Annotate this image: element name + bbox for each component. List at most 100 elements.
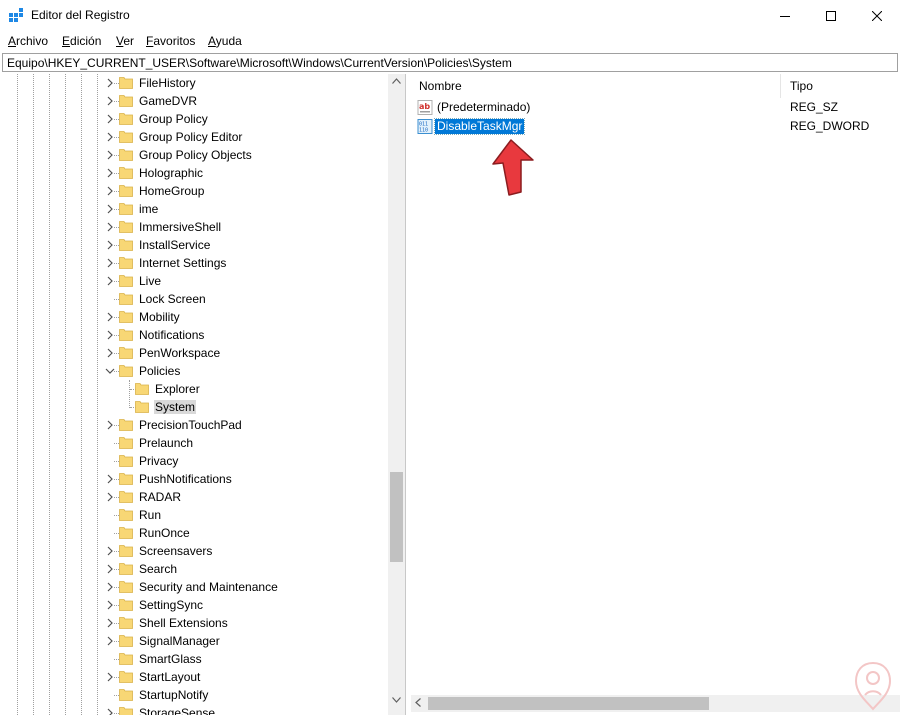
- column-header-tipo[interactable]: Tipo: [782, 74, 900, 98]
- scroll-thumb[interactable]: [428, 697, 709, 710]
- tree-item[interactable]: Holographic: [1, 164, 391, 182]
- chevron-right-icon[interactable]: [105, 615, 115, 631]
- chevron-right-icon[interactable]: [105, 201, 115, 217]
- chevron-right-icon[interactable]: [105, 705, 115, 715]
- tree-item[interactable]: SignalManager: [1, 632, 391, 650]
- tree-item[interactable]: Group Policy: [1, 110, 391, 128]
- tree-item[interactable]: Shell Extensions: [1, 614, 391, 632]
- address-bar[interactable]: Equipo\HKEY_CURRENT_USER\Software\Micros…: [2, 53, 898, 72]
- tree-item[interactable]: FileHistory: [1, 74, 391, 92]
- chevron-right-icon[interactable]: [105, 309, 115, 325]
- chevron-right-icon[interactable]: [105, 75, 115, 91]
- folder-icon: [119, 185, 133, 197]
- value-name: (Predeterminado): [437, 100, 531, 114]
- tree-item[interactable]: Group Policy Objects: [1, 146, 391, 164]
- chevron-right-icon[interactable]: [105, 669, 115, 685]
- menu-bar: Archivo Edición Ver Favoritos Ayuda: [0, 31, 900, 51]
- tree-item[interactable]: Group Policy Editor: [1, 128, 391, 146]
- chevron-right-icon[interactable]: [105, 147, 115, 163]
- tree-item[interactable]: Search: [1, 560, 391, 578]
- minimize-button[interactable]: [762, 0, 808, 31]
- chevron-right-icon[interactable]: [105, 561, 115, 577]
- tree-item[interactable]: StartupNotify: [1, 686, 391, 704]
- tree-item[interactable]: SmartGlass: [1, 650, 391, 668]
- tree-item-label: RunOnce: [139, 526, 190, 540]
- tree-vertical-scrollbar[interactable]: [388, 74, 405, 715]
- tree-item[interactable]: InstallService: [1, 236, 391, 254]
- tree-item[interactable]: Run: [1, 506, 391, 524]
- chevron-right-icon[interactable]: [105, 489, 115, 505]
- menu-ver[interactable]: Ver: [116, 34, 134, 48]
- tree-item[interactable]: Live: [1, 272, 391, 290]
- chevron-right-icon[interactable]: [105, 327, 115, 343]
- minimize-icon: [780, 15, 790, 17]
- scroll-left-icon[interactable]: [415, 698, 421, 707]
- folder-icon: [119, 329, 133, 341]
- menu-edicion[interactable]: Edición: [62, 34, 101, 48]
- tree-item[interactable]: Screensavers: [1, 542, 391, 560]
- tree-item-label: StartLayout: [139, 670, 201, 684]
- chevron-right-icon[interactable]: [105, 183, 115, 199]
- tree-item[interactable]: StartLayout: [1, 668, 391, 686]
- chevron-right-icon[interactable]: [105, 633, 115, 649]
- chevron-right-icon[interactable]: [105, 255, 115, 271]
- tree-item[interactable]: PushNotifications: [1, 470, 391, 488]
- tree-item[interactable]: HomeGroup: [1, 182, 391, 200]
- tree-item[interactable]: ime: [1, 200, 391, 218]
- chevron-right-icon[interactable]: [105, 597, 115, 613]
- title-bar: Editor del Registro: [0, 0, 900, 31]
- tree-item-label: SmartGlass: [139, 652, 202, 666]
- tree-item[interactable]: GameDVR: [1, 92, 391, 110]
- menu-archivo[interactable]: Archivo: [8, 34, 48, 48]
- watermark-logo: [854, 661, 892, 711]
- tree-item[interactable]: Privacy: [1, 452, 391, 470]
- folder-icon: [119, 149, 133, 161]
- chevron-right-icon[interactable]: [105, 111, 115, 127]
- chevron-right-icon[interactable]: [105, 345, 115, 361]
- values-horizontal-scrollbar[interactable]: [411, 695, 900, 712]
- value-row[interactable]: ab (Predeterminado) REG_SZ: [411, 98, 900, 117]
- maximize-button[interactable]: [808, 0, 854, 31]
- tree-item[interactable]: PrecisionTouchPad: [1, 416, 391, 434]
- chevron-right-icon[interactable]: [105, 471, 115, 487]
- chevron-down-icon[interactable]: [105, 363, 115, 379]
- close-button[interactable]: [854, 0, 900, 31]
- tree-item[interactable]: Explorer: [1, 380, 391, 398]
- menu-label: avoritos: [153, 34, 196, 48]
- chevron-right-icon[interactable]: [105, 273, 115, 289]
- chevron-right-icon[interactable]: [105, 417, 115, 433]
- folder-icon: [119, 635, 133, 647]
- tree-item[interactable]: Internet Settings: [1, 254, 391, 272]
- chevron-right-icon[interactable]: [105, 165, 115, 181]
- chevron-right-icon[interactable]: [105, 543, 115, 559]
- tree-item[interactable]: Prelaunch: [1, 434, 391, 452]
- tree-item-label: Search: [139, 562, 178, 576]
- menu-ayuda[interactable]: Ayuda: [208, 34, 242, 48]
- menu-favoritos[interactable]: Favoritos: [146, 34, 195, 48]
- value-row-selected[interactable]: 011 110 DisableTaskMgr REG_DWORD: [411, 117, 900, 136]
- scroll-down-icon[interactable]: [392, 697, 401, 703]
- tree-item[interactable]: PenWorkspace: [1, 344, 391, 362]
- tree-item[interactable]: Policies: [1, 362, 391, 380]
- tree-item[interactable]: SettingSync: [1, 596, 391, 614]
- chevron-right-icon[interactable]: [105, 129, 115, 145]
- svg-text:110: 110: [419, 128, 428, 134]
- tree-item[interactable]: Notifications: [1, 326, 391, 344]
- tree-item[interactable]: StorageSense: [1, 704, 391, 715]
- tree-item[interactable]: Lock Screen: [1, 290, 391, 308]
- chevron-right-icon[interactable]: [105, 93, 115, 109]
- tree-item-label: Notifications: [139, 328, 205, 342]
- tree-item[interactable]: RunOnce: [1, 524, 391, 542]
- column-header-nombre[interactable]: Nombre: [411, 74, 781, 98]
- chevron-right-icon[interactable]: [105, 237, 115, 253]
- tree-item[interactable]: System: [1, 398, 391, 416]
- scroll-up-icon[interactable]: [392, 78, 401, 84]
- tree-item[interactable]: ImmersiveShell: [1, 218, 391, 236]
- tree-item[interactable]: Mobility: [1, 308, 391, 326]
- tree-item[interactable]: RADAR: [1, 488, 391, 506]
- scroll-thumb[interactable]: [390, 472, 403, 562]
- chevron-right-icon[interactable]: [105, 219, 115, 235]
- tree-item-label: Policies: [139, 364, 181, 378]
- chevron-right-icon[interactable]: [105, 579, 115, 595]
- tree-item[interactable]: Security and Maintenance: [1, 578, 391, 596]
